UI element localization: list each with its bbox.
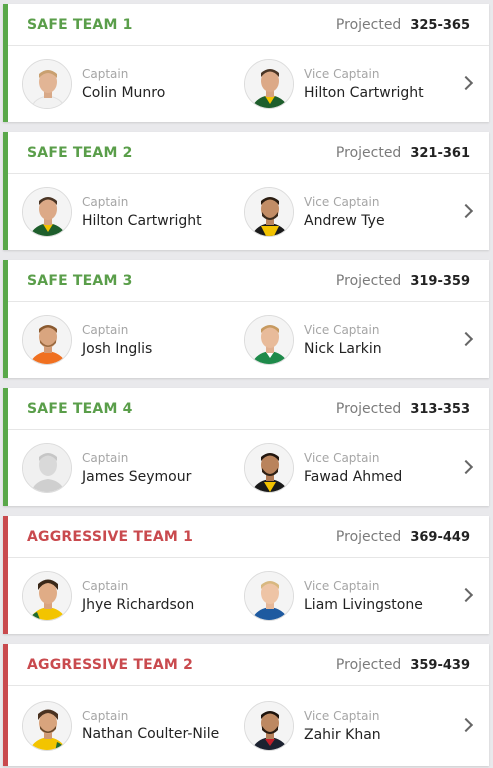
vice-captain: Vice Captain Andrew Tye xyxy=(244,174,385,249)
vice-captain-name: Nick Larkin xyxy=(304,340,382,357)
team-card-body: Captain Colin Munro Vice Captain Hilton … xyxy=(8,46,489,121)
team-name: SAFE TEAM 2 xyxy=(27,144,133,161)
team-name: SAFE TEAM 4 xyxy=(27,400,133,417)
team-card-header: SAFE TEAM 2 Projected 321-361 xyxy=(8,132,489,174)
projected-score: Projected 359-439 xyxy=(336,657,470,673)
captain: Captain Nathan Coulter-Nile xyxy=(22,686,222,765)
projected-range: 369-449 xyxy=(410,529,470,545)
player-avatar xyxy=(244,442,294,493)
projected-range: 319-359 xyxy=(410,273,470,289)
captain-label: Captain xyxy=(82,194,129,209)
captain-name: Jhye Richardson xyxy=(82,596,195,613)
chevron-right-icon[interactable] xyxy=(458,331,474,346)
player-avatar xyxy=(22,186,72,237)
projected-score: Projected 319-359 xyxy=(336,273,470,289)
captain-name: James Seymour xyxy=(82,468,192,485)
team-card-header: AGGRESSIVE TEAM 2 Projected 359-439 xyxy=(8,644,489,686)
team-card-safe-2[interactable]: SAFE TEAM 2 Projected 321-361 Captain Hi… xyxy=(3,132,489,250)
vice-captain: Vice Captain Fawad Ahmed xyxy=(244,430,402,505)
captain: Captain Hilton Cartwright xyxy=(22,174,202,249)
vice-captain: Vice Captain Liam Livingstone xyxy=(244,558,423,633)
player-avatar xyxy=(22,314,72,365)
vice-captain: Vice Captain Nick Larkin xyxy=(244,302,382,377)
vice-captain-label: Vice Captain xyxy=(304,322,380,337)
vice-captain-label: Vice Captain xyxy=(304,66,380,81)
team-card-header: SAFE TEAM 3 Projected 319-359 xyxy=(8,260,489,302)
team-name: AGGRESSIVE TEAM 2 xyxy=(27,656,194,673)
team-name: SAFE TEAM 3 xyxy=(27,272,133,289)
projected-score: Projected 325-365 xyxy=(336,17,470,33)
chevron-right-icon[interactable] xyxy=(458,203,474,218)
team-name: SAFE TEAM 1 xyxy=(27,16,133,33)
team-name: AGGRESSIVE TEAM 1 xyxy=(27,528,194,545)
team-list: SAFE TEAM 1 Projected 325-365 Captain Co… xyxy=(3,4,489,768)
player-avatar xyxy=(244,186,294,237)
player-avatar xyxy=(244,314,294,365)
chevron-right-icon[interactable] xyxy=(458,587,474,602)
projected-range: 325-365 xyxy=(410,17,470,33)
vice-captain-name: Andrew Tye xyxy=(304,212,385,229)
team-card-body: Captain Jhye Richardson Vice Captain Lia… xyxy=(8,558,489,633)
captain-label: Captain xyxy=(82,578,129,593)
captain-name: Hilton Cartwright xyxy=(82,212,202,229)
captain-label: Captain xyxy=(82,322,129,337)
team-card-body: Captain James Seymour Vice Captain Fawad… xyxy=(8,430,489,505)
team-card-aggressive-2[interactable]: AGGRESSIVE TEAM 2 Projected 359-439 Capt… xyxy=(3,644,489,766)
player-avatar xyxy=(22,700,72,751)
captain: Captain James Seymour xyxy=(22,430,191,505)
vice-captain-label: Vice Captain xyxy=(304,450,380,465)
projected-label: Projected xyxy=(335,528,402,545)
captain-name: Nathan Coulter-Nile xyxy=(82,726,220,742)
captain: Captain Josh Inglis xyxy=(22,302,152,377)
chevron-right-icon[interactable] xyxy=(458,459,474,474)
team-card-header: SAFE TEAM 1 Projected 325-365 xyxy=(8,4,489,46)
player-avatar xyxy=(22,58,72,109)
projected-label: Projected xyxy=(335,16,402,33)
projected-label: Projected xyxy=(335,144,402,161)
team-card-body: Captain Hilton Cartwright Vice Captain A… xyxy=(8,174,489,249)
projected-range: 313-353 xyxy=(410,401,470,417)
captain: Captain Colin Munro xyxy=(22,46,165,121)
projected-score: Projected 369-449 xyxy=(336,529,470,545)
projected-label: Projected xyxy=(335,656,402,673)
vice-captain: Vice Captain Zahir Khan xyxy=(244,686,381,765)
captain-label: Captain xyxy=(82,450,129,465)
captain-label: Captain xyxy=(82,66,129,81)
vice-captain-name: Hilton Cartwright xyxy=(304,84,424,101)
team-card-safe-1[interactable]: SAFE TEAM 1 Projected 325-365 Captain Co… xyxy=(3,4,489,122)
captain-label: Captain xyxy=(82,709,129,723)
projected-range: 359-439 xyxy=(410,657,470,673)
captain-name: Josh Inglis xyxy=(82,340,153,357)
vice-captain-label: Vice Captain xyxy=(304,708,380,723)
chevron-right-icon[interactable] xyxy=(458,717,474,732)
projected-label: Projected xyxy=(335,272,402,289)
team-card-header: SAFE TEAM 4 Projected 313-353 xyxy=(8,388,489,430)
vice-captain-label: Vice Captain xyxy=(304,194,380,209)
player-avatar xyxy=(22,570,72,621)
vice-captain-name: Zahir Khan xyxy=(304,726,381,743)
team-card-safe-3[interactable]: SAFE TEAM 3 Projected 319-359 Captain Jo… xyxy=(3,260,489,378)
projected-label: Projected xyxy=(335,400,402,417)
projected-score: Projected 313-353 xyxy=(336,401,470,417)
vice-captain-name: Liam Livingstone xyxy=(304,596,423,613)
team-card-safe-4[interactable]: SAFE TEAM 4 Projected 313-353 Captain Ja… xyxy=(3,388,489,506)
captain-name: Colin Munro xyxy=(82,84,166,101)
team-card-aggressive-1[interactable]: AGGRESSIVE TEAM 1 Projected 369-449 Capt… xyxy=(3,516,489,634)
projected-score: Projected 321-361 xyxy=(336,145,470,161)
player-avatar xyxy=(244,700,294,751)
vice-captain-name: Fawad Ahmed xyxy=(304,468,403,485)
captain: Captain Jhye Richardson xyxy=(22,558,194,633)
player-avatar-placeholder xyxy=(22,442,72,493)
player-avatar xyxy=(244,58,294,109)
player-avatar xyxy=(244,570,294,621)
projected-range: 321-361 xyxy=(410,145,470,161)
vice-captain-label: Vice Captain xyxy=(304,578,380,593)
team-card-body: Captain Josh Inglis Vice Captain Nick La… xyxy=(8,302,489,377)
vice-captain: Vice Captain Hilton Cartwright xyxy=(244,46,424,121)
team-card-header: AGGRESSIVE TEAM 1 Projected 369-449 xyxy=(8,516,489,558)
chevron-right-icon[interactable] xyxy=(458,75,474,90)
team-card-body: Captain Nathan Coulter-Nile Vice Captain… xyxy=(8,686,489,765)
